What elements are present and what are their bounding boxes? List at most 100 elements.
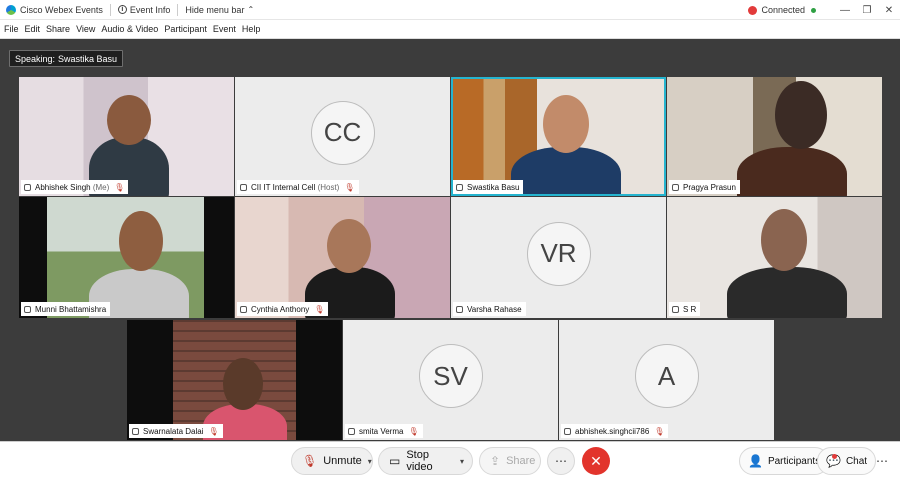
nameplate: Abhishek Singh (Me) 🎙 [21,180,129,194]
chevron-up-icon: ⌃ [247,5,255,14]
device-icon [564,427,571,435]
stop-video-label: Stop video [406,449,433,473]
share-icon: ⇪ [490,454,501,468]
event-info-button[interactable]: i Event Info [117,5,170,15]
participant-video [727,267,847,318]
stop-video-button[interactable]: ▭ Stop video ▾ [378,447,473,475]
more-icon: ⋯ [876,454,888,468]
audio-icon [672,305,679,313]
nameplate: Pragya Prasun [669,180,740,194]
video-tile[interactable]: A abhishek.singhcii786 🎙 [559,320,774,440]
title-bar: Cisco Webex Events i Event Info Hide men… [0,0,900,20]
device-icon [456,305,463,313]
close-icon[interactable]: ✕ [878,5,900,16]
participant-face [223,358,263,410]
video-tile[interactable]: CC CII IT Internal Cell (Host) 🎙 [235,77,450,196]
avatar: CC [310,100,375,165]
menu-participant[interactable]: Participant [164,24,207,34]
video-tile[interactable]: Munni Bhattamishra [19,197,234,318]
participant-video [737,147,847,196]
participant-name: Cynthia Anthony [251,304,310,314]
muted-mic-icon: 🎙 [114,182,125,192]
participant-role: (Host) [317,182,340,192]
muted-mic-icon: 🎙 [314,304,325,314]
app-title: Cisco Webex Events [20,4,103,15]
participant-name: CII IT Internal Cell [251,182,316,192]
audio-icon [24,183,31,191]
menu-bar: File Edit Share View Audio & Video Parti… [0,20,900,39]
nameplate: Swastika Basu [453,180,524,194]
audio-icon [456,183,463,191]
participant-role: (Me) [92,182,110,192]
unmute-label: Unmute [323,455,362,467]
divider [177,3,179,16]
nameplate: Cynthia Anthony 🎙 [237,302,329,316]
restore-icon[interactable]: ❐ [856,5,878,16]
participant-face [119,211,163,271]
menu-event[interactable]: Event [213,24,236,34]
minimize-icon[interactable]: — [834,5,856,16]
more-icon: ⋯ [555,454,567,468]
speaking-label: Speaking: [15,53,56,64]
hide-menu-bar-button[interactable]: Hide menu bar ⌃ [185,5,254,15]
audio-icon [240,305,247,313]
participants-button[interactable]: 👤 Participants [739,447,830,475]
muted-mic-icon: 🎙 [302,454,318,468]
video-tile[interactable]: SV smita Verma 🎙 [343,320,558,440]
menu-file[interactable]: File [4,24,19,34]
video-tile[interactable]: Cynthia Anthony 🎙 [235,197,450,318]
nameplate: S R [669,302,701,316]
chat-label: Chat [845,455,868,467]
video-tile[interactable]: VR Varsha Rahase [451,197,666,318]
menu-edit[interactable]: Edit [25,24,41,34]
muted-mic-icon: 🎙 [208,426,219,436]
menu-share[interactable]: Share [46,24,70,34]
avatar: VR [526,221,591,286]
participant-face [543,95,589,153]
info-icon: i [117,5,127,14]
video-tile[interactable]: Abhishek Singh (Me) 🎙 [19,77,234,196]
chevron-down-icon[interactable]: ▾ [368,457,372,466]
video-tile[interactable]: S R [667,197,882,318]
device-icon [348,427,355,435]
avatar: SV [418,344,483,408]
share-button[interactable]: ⇪ Share [479,447,541,475]
participant-name: abhishek.singhcii786 [575,426,650,436]
audio-icon [672,183,679,191]
connection-icon [748,5,758,15]
hide-menu-label: Hide menu bar [185,4,245,15]
connection-dot-icon [811,7,816,13]
notification-dot [832,454,837,459]
muted-mic-icon: 🎙 [654,426,665,436]
menu-help[interactable]: Help [242,24,261,34]
video-tile[interactable]: Pragya Prasun [667,77,882,196]
participant-name: Swarnalata Dalai [143,426,204,436]
participant-video [511,147,621,196]
device-icon [132,427,139,435]
video-tile-active[interactable]: Swastika Basu [451,77,666,196]
participants-label: Participants [767,455,821,467]
chevron-down-icon[interactable]: ▾ [460,457,464,466]
more-options-button[interactable]: ⋯ [547,447,575,475]
menu-audio-video[interactable]: Audio & Video [101,24,158,34]
leave-button[interactable]: ✕ [582,447,610,475]
nameplate: CII IT Internal Cell (Host) 🎙 [237,180,359,194]
divider [109,3,111,16]
panel-options-button[interactable]: ⋯ [868,447,896,475]
participant-name: Pragya Prasun [683,182,736,192]
avatar: A [634,344,699,408]
video-tile[interactable]: Swarnalata Dalai 🎙 [127,320,342,440]
unmute-button[interactable]: 🎙 Unmute ▾ [291,447,373,475]
participant-face [327,219,371,273]
participant-name: Munni Bhattamishra [35,304,107,314]
participant-name: smita Verma [359,426,404,436]
audio-icon [240,183,247,191]
muted-mic-icon: 🎙 [408,426,419,436]
connection-status: Connected [761,5,805,15]
participant-name: Swastika Basu [467,182,520,192]
nameplate: Munni Bhattamishra [21,302,111,316]
participant-name: S R [683,304,697,314]
menu-view[interactable]: View [76,24,95,34]
speaking-name: Swastika Basu [58,53,118,64]
speaking-indicator: Speaking: Swastika Basu [9,50,124,67]
